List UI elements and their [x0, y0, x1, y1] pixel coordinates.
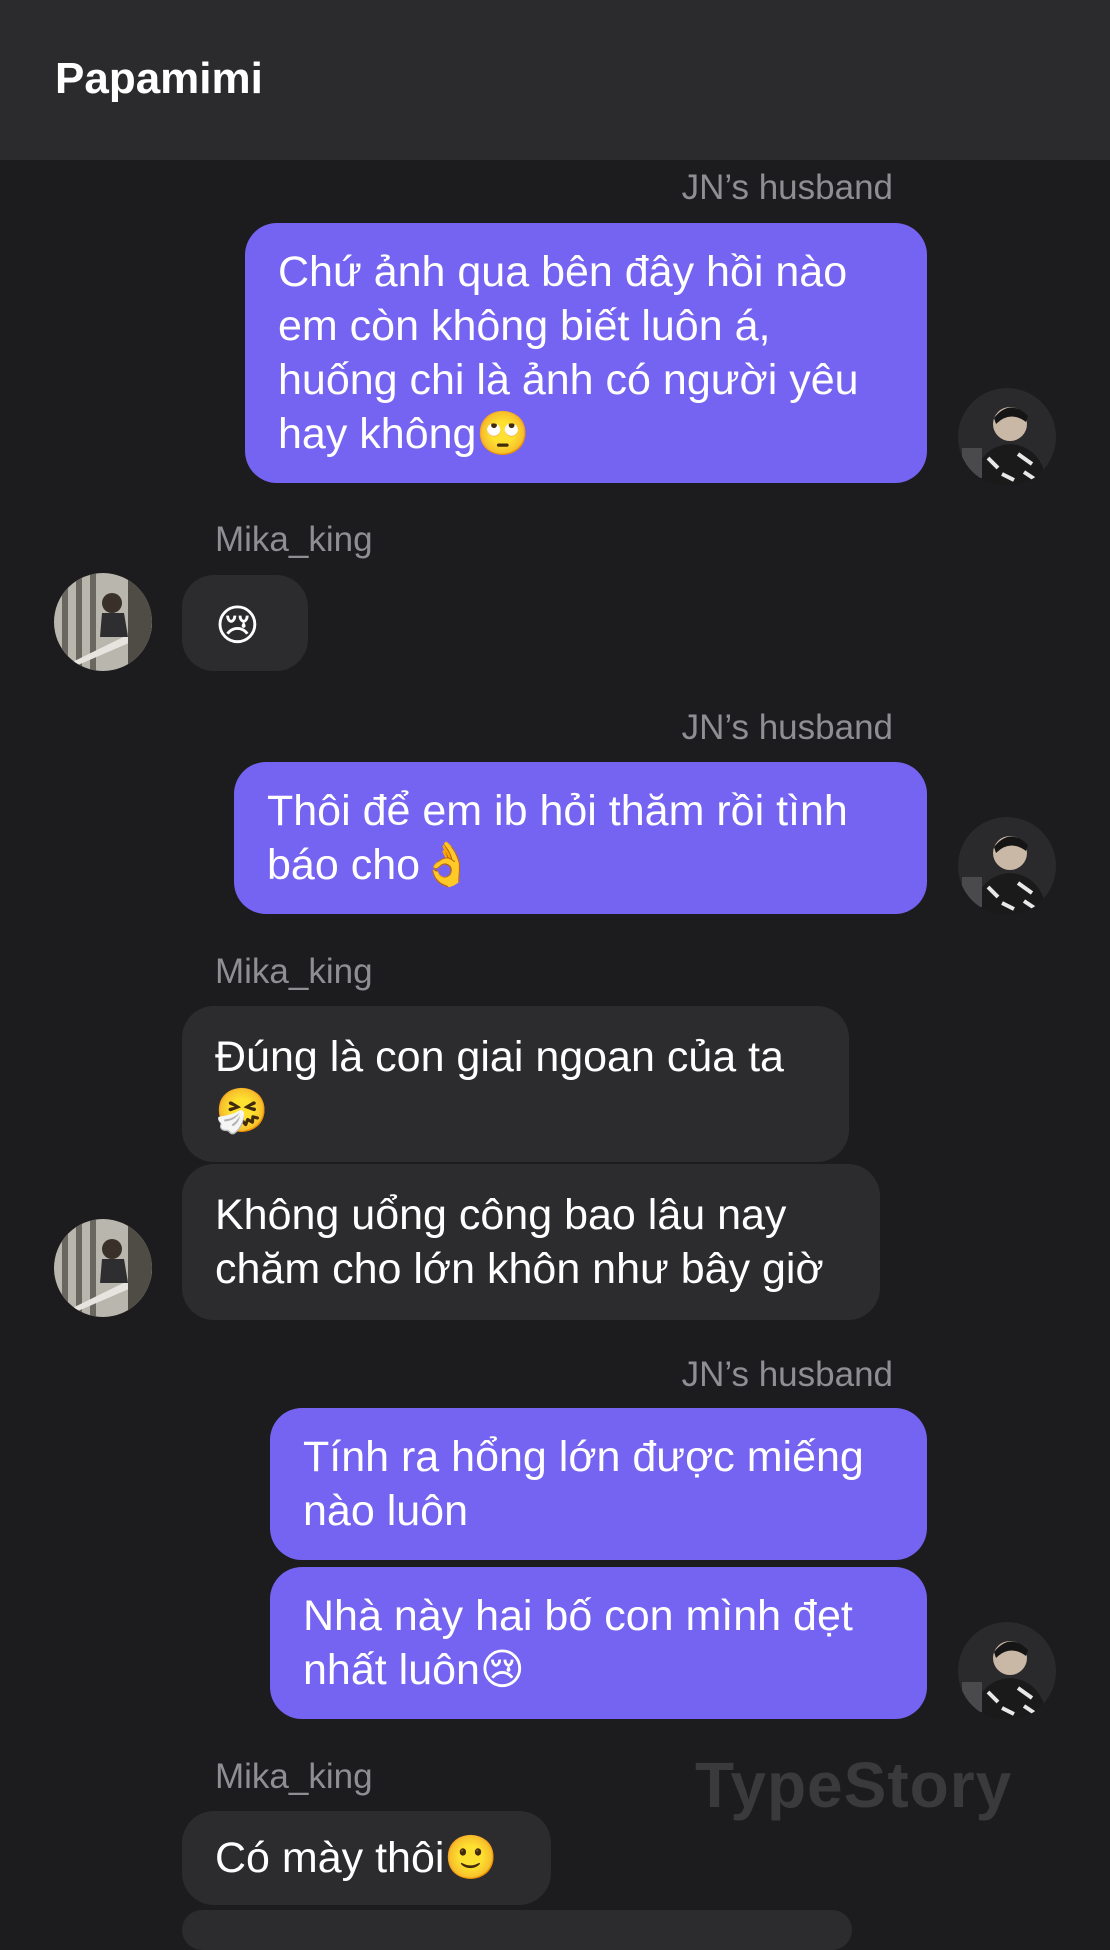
husband-avatar[interactable]: [958, 1622, 1056, 1720]
message-text: Chứ ảnh qua bên đây hồi nào em còn không…: [278, 248, 859, 458]
sender-name-husband: JN’s husband: [681, 1355, 893, 1394]
message-bubble-outgoing[interactable]: Tính ra hổng lớn được miếng nào luôn: [270, 1408, 927, 1560]
sender-name-husband: JN’s husband: [681, 168, 893, 207]
sender-name-mika: Mika_king: [215, 952, 373, 991]
message-bubble-outgoing[interactable]: Chứ ảnh qua bên đây hồi nào em còn không…: [245, 223, 927, 483]
message-bubble-outgoing[interactable]: Thôi để em ib hỏi thăm rồi tình báo cho👌: [234, 762, 927, 914]
message-text: Thôi để em ib hỏi thăm rồi tình báo cho👌: [267, 787, 848, 889]
message-text: Nhà này hai bố con mình đẹt nhất luôn😢: [303, 1592, 853, 1694]
sender-name-mika: Mika_king: [215, 1757, 373, 1796]
mika-avatar[interactable]: [54, 573, 152, 671]
typestory-watermark: TypeStory: [695, 1749, 1013, 1821]
husband-avatar-image: [958, 388, 1056, 486]
husband-avatar-image: [958, 817, 1056, 915]
message-bubble-partial[interactable]: [182, 1910, 852, 1950]
message-bubble-incoming[interactable]: Đúng là con giai ngoan của ta🤧: [182, 1006, 849, 1162]
chat-header: Papamimi: [0, 0, 1110, 160]
mika-avatar-image: [54, 573, 152, 671]
message-text: Có mày thôi🙂: [215, 1834, 498, 1882]
husband-avatar[interactable]: [958, 817, 1056, 915]
message-bubble-incoming[interactable]: Có mày thôi🙂: [182, 1811, 551, 1905]
husband-avatar[interactable]: [958, 388, 1056, 486]
sender-name-mika: Mika_king: [215, 520, 373, 559]
husband-avatar-image: [958, 1622, 1056, 1720]
mika-avatar-image: [54, 1219, 152, 1317]
message-text: Tính ra hổng lớn được miếng nào luôn: [303, 1433, 864, 1535]
message-text: Không uổng công bao lâu nay chăm cho lớn…: [215, 1191, 824, 1293]
message-bubble-incoming[interactable]: 😢: [182, 575, 308, 671]
message-text: 😢: [215, 602, 260, 650]
sender-name-husband: JN’s husband: [681, 708, 893, 747]
mika-avatar[interactable]: [54, 1219, 152, 1317]
message-bubble-incoming[interactable]: Không uổng công bao lâu nay chăm cho lớn…: [182, 1164, 880, 1320]
chat-title: Papamimi: [55, 54, 263, 103]
message-bubble-outgoing[interactable]: Nhà này hai bố con mình đẹt nhất luôn😢: [270, 1567, 927, 1719]
message-text: Đúng là con giai ngoan của ta🤧: [215, 1033, 784, 1135]
